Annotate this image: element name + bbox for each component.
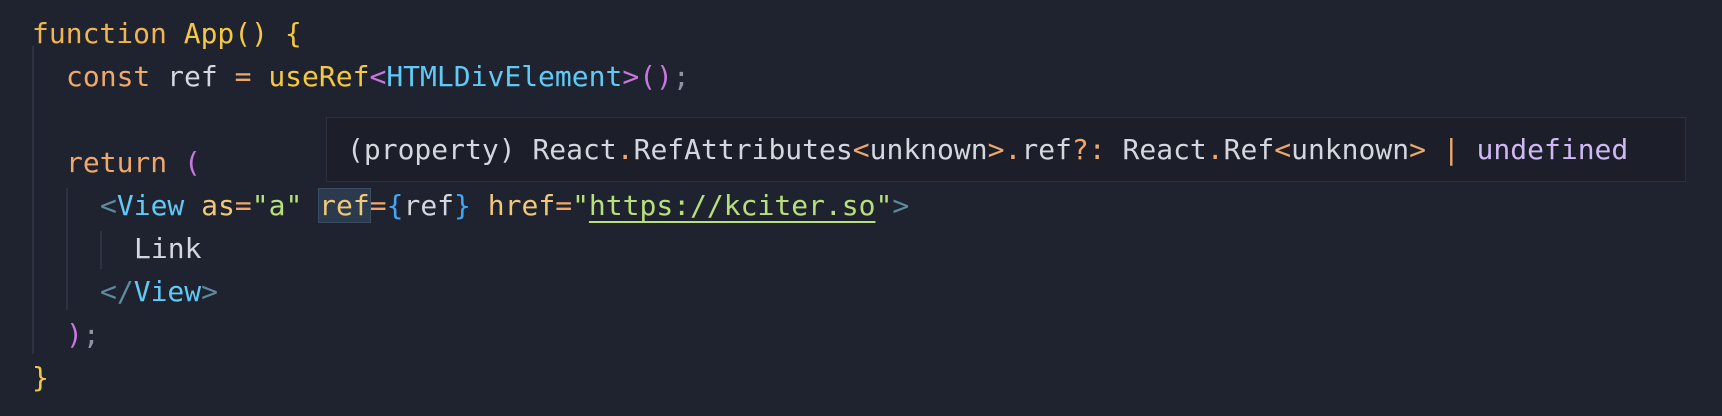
tooltip-dot: . <box>1004 133 1022 166</box>
tooltip-generic-close: > <box>987 133 1005 166</box>
attr-ref-hovered[interactable]: ref <box>318 188 371 223</box>
tooltip-generic-arg: unknown <box>869 133 988 166</box>
type-name: HTMLDivElement <box>386 60 623 93</box>
code-line-9[interactable]: } <box>32 356 49 399</box>
code-editor[interactable]: function App() { const ref = useRef<HTML… <box>0 0 1722 416</box>
url-link[interactable]: https://kciter.so <box>589 189 876 222</box>
code-line-7[interactable]: </View> <box>100 270 218 313</box>
ref-value: ref <box>403 189 455 222</box>
string-a: "a" <box>251 189 303 222</box>
attr-eq: = <box>555 189 573 222</box>
quote-open: " <box>572 189 589 222</box>
attr-href: href <box>487 189 556 222</box>
jsx-text: Link <box>134 232 202 265</box>
quote-close: " <box>875 189 893 222</box>
keyword-const: const <box>66 60 151 93</box>
assign-operator: = <box>234 60 252 93</box>
open-paren: ( <box>184 146 201 179</box>
tooltip-generic-open: < <box>1274 133 1292 166</box>
code-line-2[interactable]: const ref = useRef<HTMLDivElement>(); <box>66 55 690 98</box>
tooltip-generic-open: < <box>852 133 870 166</box>
tag-close-bracket: > <box>201 275 219 308</box>
tag-close-open-bracket: </ <box>100 275 134 308</box>
indent-guide <box>32 46 34 354</box>
variable-ref: ref <box>167 60 218 93</box>
indent-guide <box>100 231 102 269</box>
attr-as: as <box>201 189 235 222</box>
function-name: App <box>183 17 235 50</box>
code-line-4[interactable]: return ( <box>66 141 201 184</box>
tag-view: View <box>133 275 202 308</box>
tooltip-generic-arg: unknown <box>1291 133 1410 166</box>
indent-guide <box>66 188 68 310</box>
attr-eq: = <box>369 189 387 222</box>
close-paren: ) <box>66 318 83 351</box>
code-line-5[interactable]: <View as="a" ref={ref} href="https://kci… <box>100 184 909 227</box>
open-brace: { <box>284 17 302 50</box>
tooltip-prop: ref <box>1021 133 1072 166</box>
tooltip-dot: . <box>1206 133 1224 166</box>
call-useref: useRef <box>268 60 370 93</box>
attr-eq: = <box>234 189 252 222</box>
generic-close: > <box>622 60 640 93</box>
close-brace: } <box>32 361 49 394</box>
hover-tooltip: (property) React.RefAttributes<unknown>.… <box>326 117 1686 182</box>
tooltip-type: RefAttributes <box>633 133 853 166</box>
code-line-1[interactable]: function App() { <box>32 12 302 55</box>
jsx-brace-close: } <box>454 189 471 222</box>
code-line-6[interactable]: Link <box>134 227 201 270</box>
tooltip-generic-close: > <box>1409 133 1426 166</box>
tooltip-kind: (property) <box>347 133 516 166</box>
tag-close-bracket: > <box>892 189 910 222</box>
generic-open: < <box>369 60 387 93</box>
tooltip-type: Ref <box>1223 133 1275 166</box>
code-line-8[interactable]: ); <box>66 313 100 356</box>
tooltip-namespace: React <box>1122 133 1207 166</box>
tooltip-undefined: undefined <box>1476 133 1629 166</box>
tooltip-union-pipe: | <box>1442 133 1460 166</box>
tag-open-bracket: < <box>100 189 117 222</box>
keyword-function: function <box>32 17 167 50</box>
call-parens: () <box>639 60 673 93</box>
tag-view: View <box>116 189 185 222</box>
tooltip-dot: . <box>616 133 634 166</box>
semicolon: ; <box>82 318 100 351</box>
tooltip-optional: ?: <box>1071 133 1106 166</box>
function-parens: () <box>234 17 269 50</box>
tooltip-namespace: React <box>532 133 617 166</box>
semicolon: ; <box>672 60 690 93</box>
keyword-return: return <box>66 146 168 179</box>
jsx-brace-open: { <box>386 189 404 222</box>
